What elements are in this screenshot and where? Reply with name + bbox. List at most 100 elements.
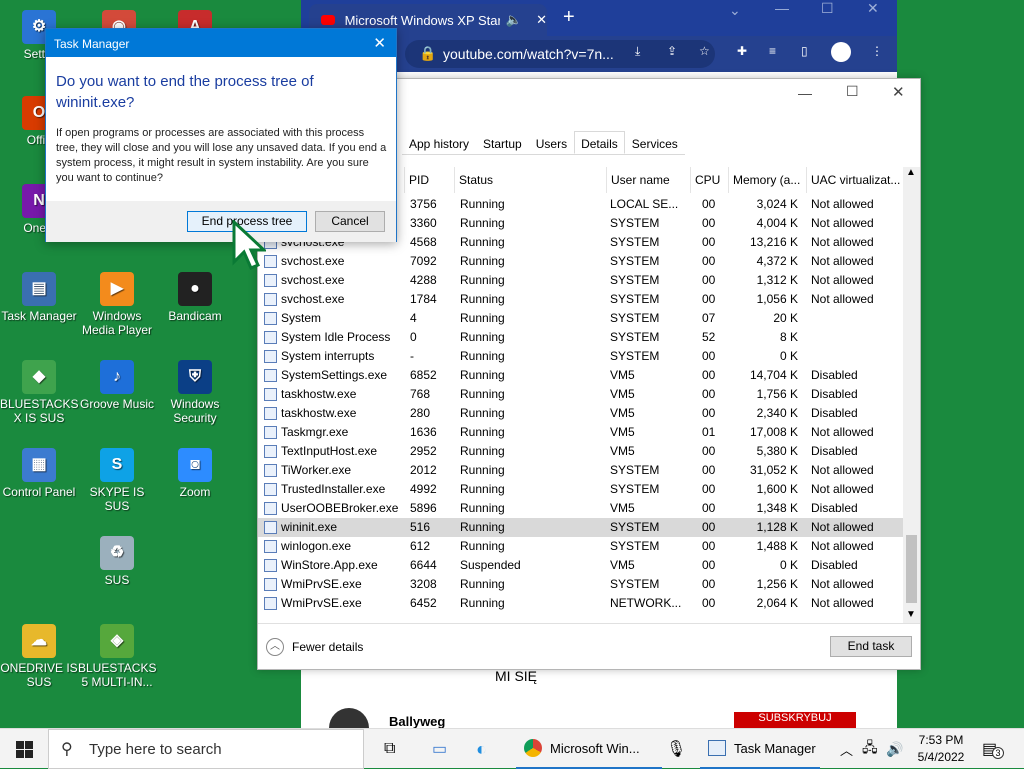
desktop-icon[interactable]: ▶ Windows Media Player	[78, 272, 156, 337]
process-name: System Idle Process	[281, 330, 391, 344]
cancel-button[interactable]: Cancel	[315, 211, 385, 232]
table-row[interactable]: WmiPrvSE.exe 3208 Running SYSTEM 00 1,256 K No…	[258, 575, 904, 594]
process-name: Taskmgr.exe	[281, 425, 349, 439]
taskmgr-icon	[708, 740, 726, 756]
clock[interactable]: 7:53 PM 5/4/2022	[912, 732, 970, 766]
volume-icon[interactable]: 🔊	[886, 729, 903, 769]
browser-close-button[interactable]: ✕	[867, 0, 879, 17]
scroll-down-icon[interactable]: ▼	[906, 609, 916, 620]
column-header[interactable]: PID	[404, 167, 454, 193]
process-scrollbar[interactable]: ▲ ▼	[903, 167, 920, 623]
table-row[interactable]: winlogon.exe 612 Running SYSTEM 00 1,488 K Not…	[258, 537, 904, 556]
table-row[interactable]: wininit.exe 516 Running SYSTEM 00 1,128 K Not …	[258, 518, 904, 537]
star-icon[interactable]: ☆	[699, 44, 710, 58]
desktop-icon[interactable]: ♻ SUS	[78, 536, 156, 587]
speaker-icon[interactable]: 🔈	[506, 12, 522, 28]
minimize-icon[interactable]: ⌄	[729, 2, 741, 19]
cell-status: Running	[460, 596, 505, 610]
video-caption: MI SIĘ	[495, 668, 538, 684]
file-explorer-icon[interactable]: ▭	[432, 729, 447, 769]
table-row[interactable]: WinStore.App.exe 6644 Suspended VM5 00 0 K Dis…	[258, 556, 904, 575]
extensions-icon[interactable]: ✚	[737, 44, 747, 58]
edge-icon[interactable]: ◐	[476, 729, 487, 769]
tab-users[interactable]: Users	[529, 133, 574, 154]
taskbar-taskmgr-item[interactable]: Task Manager	[700, 729, 820, 769]
column-header[interactable]: UAC virtualizat...	[806, 167, 904, 193]
browser-minimize-button[interactable]: —	[775, 0, 789, 16]
fewer-details-button[interactable]: ︿ Fewer details	[266, 638, 363, 656]
menu-icon[interactable]: ⋮	[871, 44, 883, 58]
table-row[interactable]: TiWorker.exe 2012 Running SYSTEM 00 31,052 K N…	[258, 461, 904, 480]
desktop-icon[interactable]: ◈ BLUESTACKS 5 MULTI-IN...	[78, 624, 156, 689]
channel-name[interactable]: Ballyweg	[389, 714, 445, 729]
process-icon	[264, 502, 277, 515]
tm-maximize-button[interactable]: ☐	[846, 83, 859, 100]
table-row[interactable]: taskhostw.exe 280 Running VM5 00 2,340 K Disab…	[258, 404, 904, 423]
column-header[interactable]: Memory (a...	[728, 167, 806, 193]
new-tab-button[interactable]: +	[563, 6, 575, 29]
table-row[interactable]: System Idle Process 0 Running SYSTEM 52 8 K	[258, 328, 904, 347]
table-row[interactable]: taskhostw.exe 768 Running VM5 00 1,756 K Disab…	[258, 385, 904, 404]
tab-app-history[interactable]: App history	[402, 133, 476, 154]
browser-maximize-button[interactable]: ☐	[821, 0, 834, 17]
tab-startup[interactable]: Startup	[476, 133, 529, 154]
dialog-close-icon[interactable]: ✕	[373, 34, 386, 52]
table-row[interactable]: svchost.exe 4288 Running SYSTEM 00 1,312 K Not…	[258, 271, 904, 290]
network-icon[interactable]: 🖧	[862, 729, 878, 769]
table-row[interactable]: svchost.exe 7092 Running SYSTEM 00 4,372 K Not…	[258, 252, 904, 271]
column-header[interactable]: User name	[606, 167, 690, 193]
media-icon[interactable]: ≡	[769, 44, 776, 58]
desktop-icon[interactable]: ◆ BLUESTACKS X IS SUS	[0, 360, 78, 425]
start-button[interactable]	[0, 729, 48, 769]
table-row[interactable]: WmiPrvSE.exe 6452 Running NETWORK... 00 2,064…	[258, 594, 904, 613]
tm-close-button[interactable]: ✕	[892, 83, 905, 101]
cell-user: SYSTEM	[610, 520, 660, 534]
mic-icon[interactable]: 🎙	[666, 729, 686, 769]
table-row[interactable]: SystemSettings.exe 6852 Running VM5 00 14,704…	[258, 366, 904, 385]
table-row[interactable]: UserOOBEBroker.exe 5896 Running VM5 00 1,348 …	[258, 499, 904, 518]
cell-user: SYSTEM	[610, 463, 660, 477]
task-view-icon[interactable]: ⧉	[384, 729, 395, 769]
tab-close-icon[interactable]: ✕	[536, 12, 547, 28]
desktop-icon[interactable]: ▦ Control Panel	[0, 448, 78, 499]
table-row[interactable]: TrustedInstaller.exe 4992 Running SYSTEM 00 1…	[258, 480, 904, 499]
install-icon[interactable]: ⤓	[635, 44, 640, 59]
process-name: WinStore.App.exe	[281, 558, 378, 572]
tm-minimize-button[interactable]: —	[798, 85, 812, 101]
tab-details[interactable]: Details	[574, 131, 625, 154]
process-icon	[264, 407, 277, 420]
column-header[interactable]: Status	[454, 167, 606, 193]
scroll-up-icon[interactable]: ▲	[906, 167, 916, 178]
desktop-icon[interactable]: ⛨ Windows Security	[156, 360, 234, 425]
cell-uac: Not allowed	[811, 216, 874, 230]
end-task-button[interactable]: End task	[830, 636, 912, 657]
subscribe-button[interactable]: SUBSKRYBUJ	[734, 712, 856, 728]
column-header[interactable]: CPU	[690, 167, 728, 193]
desktop-icon[interactable]: ▤ Task Manager	[0, 272, 78, 323]
cell-cpu: 01	[702, 425, 716, 439]
tab-services[interactable]: Services	[625, 133, 685, 154]
scroll-thumb[interactable]	[906, 535, 917, 603]
desktop-icon[interactable]: ◙ Zoom	[156, 448, 234, 499]
desktop-icon[interactable]: ☁ ONEDRIVE IS SUS	[0, 624, 78, 689]
table-row[interactable]: System interrupts - Running SYSTEM 00 0 K	[258, 347, 904, 366]
desktop-icon[interactable]: ● Bandicam	[156, 272, 234, 323]
process-name: svchost.exe	[281, 254, 345, 268]
table-row[interactable]: System 4 Running SYSTEM 07 20 K	[258, 309, 904, 328]
cell-status: Running	[460, 387, 505, 401]
desktop-icon[interactable]: S SKYPE IS SUS	[78, 448, 156, 513]
chevron-up-tray-icon[interactable]: ︿	[840, 729, 853, 769]
taskbar-chrome-item[interactable]: Microsoft Win...	[516, 729, 662, 769]
cell-mem: 1,056 K	[756, 292, 798, 306]
sidepanel-icon[interactable]: ▯	[801, 44, 808, 58]
profile-icon[interactable]	[831, 42, 851, 62]
share-icon[interactable]: ⇪	[667, 44, 677, 58]
notification-center-button[interactable]: ▤ 3	[982, 739, 1004, 759]
desktop-icon-label: ONEDRIVE IS SUS	[0, 661, 78, 689]
table-row[interactable]: TextInputHost.exe 2952 Running VM5 00 5,380 K…	[258, 442, 904, 461]
table-row[interactable]: svchost.exe 1784 Running SYSTEM 00 1,056 K Not…	[258, 290, 904, 309]
taskbar-search-box[interactable]: ⚲ Type here to search	[48, 729, 364, 769]
table-row[interactable]: Taskmgr.exe 1636 Running VM5 01 17,008 K Not a…	[258, 423, 904, 442]
desktop-icon[interactable]: ♪ Groove Music	[78, 360, 156, 411]
process-name: svchost.exe	[281, 273, 345, 287]
